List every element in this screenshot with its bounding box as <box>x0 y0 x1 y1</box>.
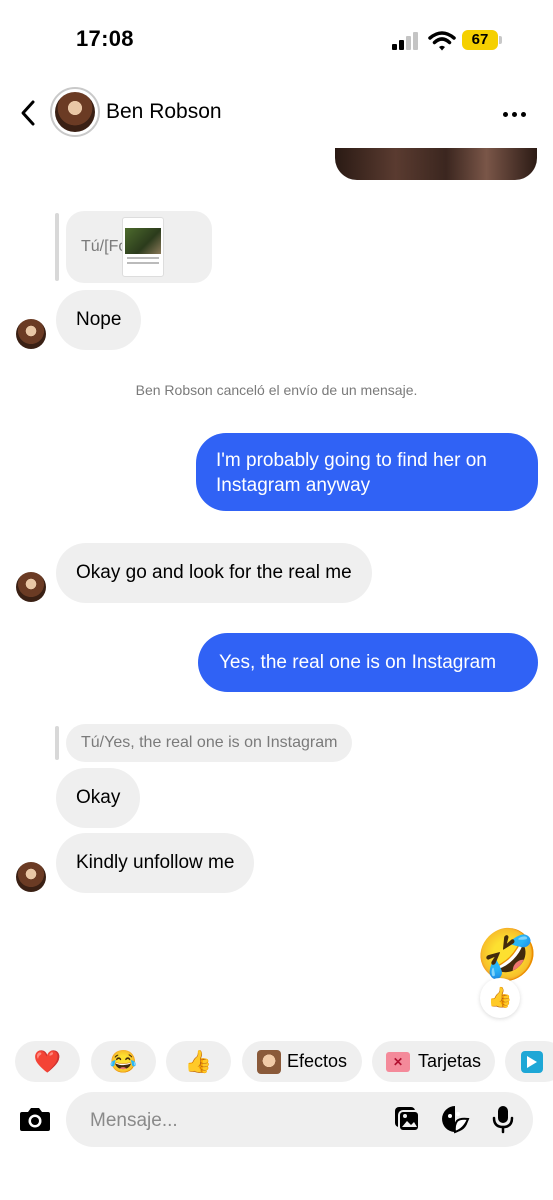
contact-name[interactable]: Ben Robson <box>106 100 222 124</box>
wifi-icon <box>428 31 456 51</box>
effects-button[interactable]: Efectos <box>242 1041 362 1082</box>
message-input[interactable] <box>88 1092 382 1149</box>
gallery-icon[interactable] <box>392 1104 422 1134</box>
thumbs-up-quick-reaction[interactable]: 👍 <box>166 1041 231 1082</box>
message-bubble-incoming[interactable]: Okay go and look for the real me <box>56 543 372 603</box>
cards-button[interactable]: ✕ Tarjetas <box>372 1041 495 1082</box>
contact-avatar[interactable] <box>50 87 100 137</box>
more-options-icon[interactable] <box>503 104 533 120</box>
message-bubble-incoming[interactable]: Kindly unfollow me <box>56 833 255 893</box>
message-bubble-incoming[interactable]: Okay <box>56 768 141 828</box>
signal-icon <box>392 32 418 50</box>
laugh-quick-reaction[interactable]: 😂 <box>91 1041 156 1082</box>
avatar[interactable] <box>16 319 46 349</box>
reply-preview-text[interactable]: Tú/Yes, the real one is on Instagram <box>66 724 353 762</box>
heart-quick-reaction[interactable]: ❤️ <box>15 1041 80 1082</box>
effects-label: Efectos <box>286 1051 348 1071</box>
shared-photo-fragment[interactable] <box>335 148 537 180</box>
laugh-emoji-sticker[interactable]: 🤣 <box>476 925 538 985</box>
reply-indicator-bar <box>55 213 59 281</box>
battery-tip <box>499 36 502 44</box>
thumbs-up-reaction[interactable]: 👍 <box>480 978 520 1018</box>
reply-preview-photo[interactable]: Tú/[Foto] <box>66 211 212 283</box>
back-icon[interactable] <box>16 98 42 128</box>
message-bubble-outgoing[interactable]: I'm probably going to find her on Instag… <box>196 433 538 511</box>
avatar[interactable] <box>16 862 46 892</box>
effects-icon <box>256 1049 281 1074</box>
cards-icon: ✕ <box>385 1051 410 1072</box>
message-bubble-outgoing[interactable]: Yes, the real one is on Instagram <box>198 633 538 692</box>
system-note: Ben Robson canceló el envío de un mensaj… <box>135 382 418 398</box>
message-bubble-incoming[interactable]: Nope <box>56 290 142 350</box>
sticker-icon[interactable] <box>440 1104 470 1134</box>
status-time: 17:08 <box>76 26 134 51</box>
battery-indicator: 67 <box>462 30 498 50</box>
reply-indicator-bar <box>55 726 59 760</box>
play-icon <box>521 1050 543 1073</box>
camera-icon[interactable] <box>18 1103 52 1135</box>
avatar[interactable] <box>16 572 46 602</box>
cards-label: Tarjetas <box>417 1051 482 1071</box>
photo-thumbnail <box>122 217 164 277</box>
more-apps-button[interactable] <box>505 1041 553 1082</box>
microphone-icon[interactable] <box>488 1104 518 1134</box>
